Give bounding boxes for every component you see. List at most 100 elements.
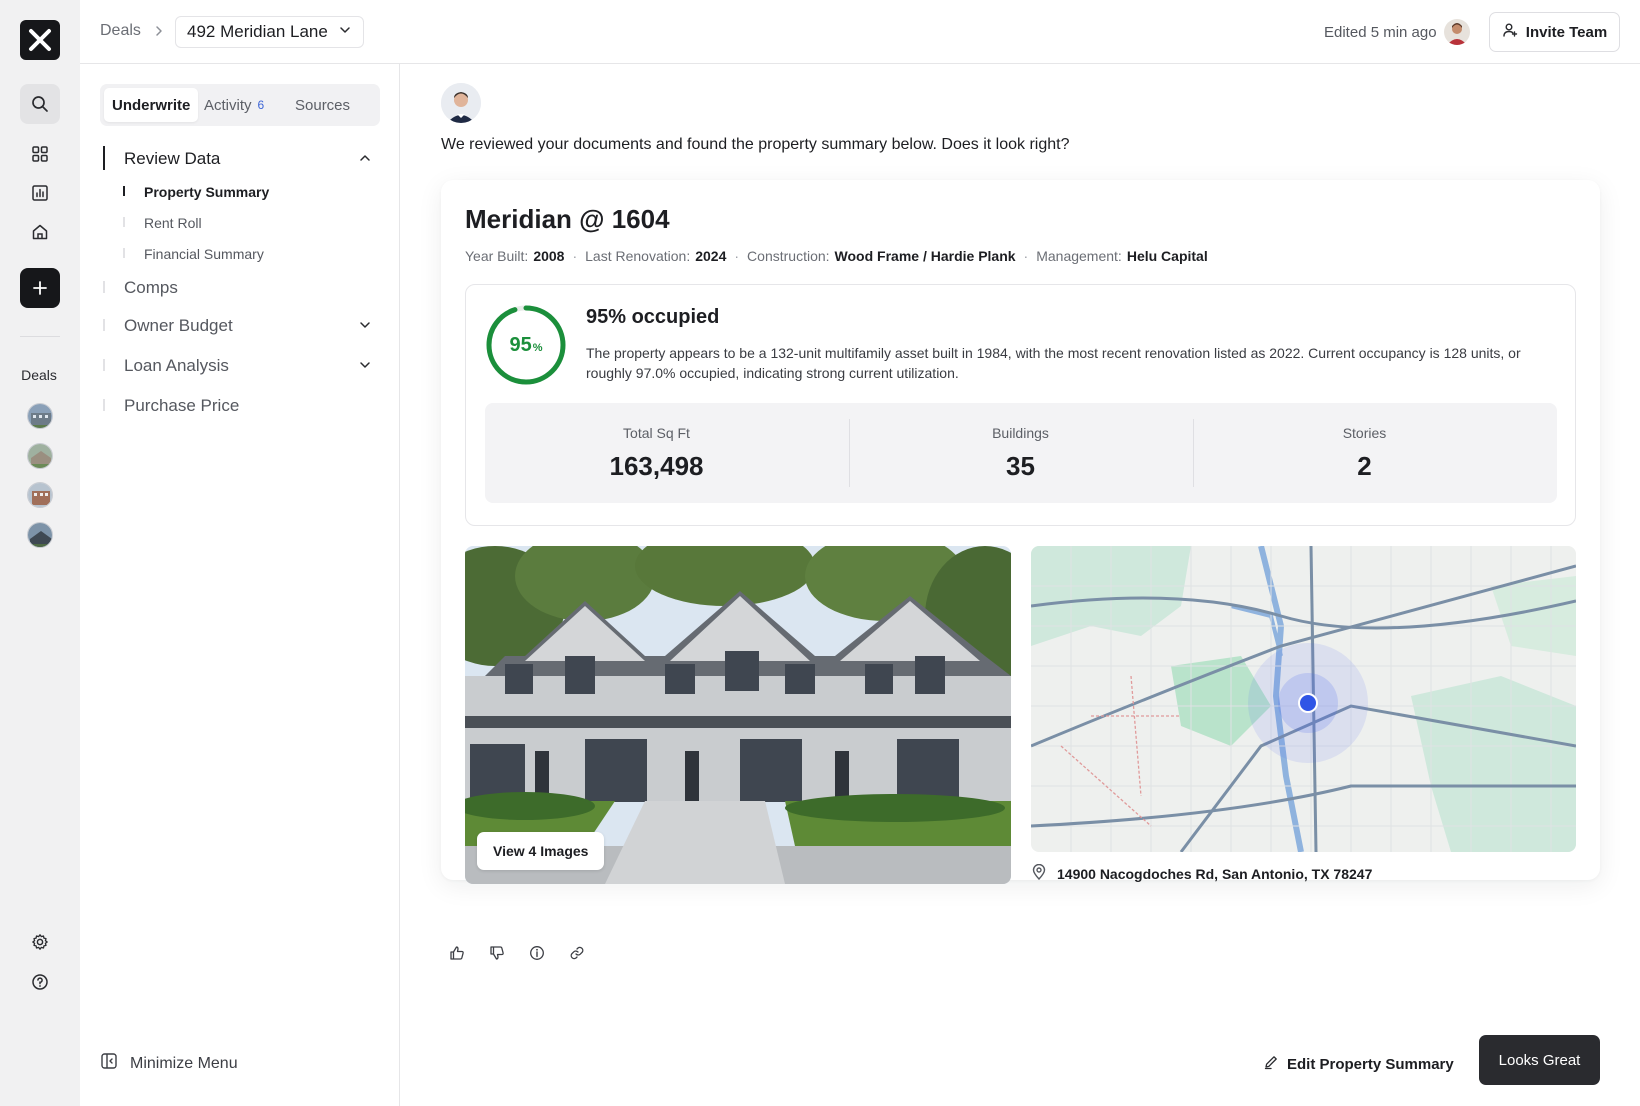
avatar[interactable] — [1444, 19, 1470, 45]
feedback-row — [449, 945, 585, 961]
intro-message: We reviewed your documents and found the… — [441, 136, 1070, 153]
rail-deals-label: Deals — [21, 367, 57, 383]
minimize-menu-button[interactable]: Minimize Menu — [100, 1052, 238, 1075]
property-summary-card: Meridian @ 1604 Year Built: 2008 · Last Ren… — [441, 180, 1600, 884]
property-meta: Year Built: 2008 · Last Renovation: 2024 · Con… — [465, 248, 1208, 264]
home-icon[interactable] — [20, 212, 60, 252]
deal-thumbnail[interactable] — [27, 403, 53, 429]
property-address: 14900 Nacogdoches Rd, San Antonio, TX 78… — [1031, 863, 1373, 883]
nav-review-data[interactable]: Review Data — [124, 149, 220, 169]
meta-separator: · — [734, 248, 740, 264]
nav-sub-indicator — [123, 217, 125, 227]
tab-underwrite-label: Underwrite — [112, 96, 191, 114]
view-images-button[interactable]: View 4 Images — [477, 832, 605, 870]
location-pin-icon — [1031, 863, 1047, 883]
plus-icon[interactable] — [20, 268, 60, 308]
minimize-menu-label: Minimize Menu — [130, 1054, 238, 1072]
deal-selector[interactable]: 492 Meridian Lane — [175, 16, 364, 48]
nav-rent-roll[interactable]: Rent Roll — [144, 215, 202, 231]
meta-separator: · — [1023, 248, 1029, 264]
renovation-value: 2024 — [695, 248, 727, 264]
tab-bar: Underwrite Activity 6 Sources — [100, 84, 380, 126]
stat-total-sq-ft: Total Sq Ft 163,498 — [485, 403, 828, 503]
top-bar: Deals 492 Meridian Lane Edited 5 min ago… — [80, 0, 1640, 64]
help-icon[interactable] — [20, 962, 60, 1002]
year-built-label: Year Built: — [465, 248, 529, 264]
stat-value: 35 — [1006, 451, 1035, 481]
avatar — [441, 83, 481, 123]
deal-selector-value: 492 Meridian Lane — [187, 22, 328, 41]
meta-separator: · — [572, 248, 578, 264]
x-logo-icon[interactable] — [20, 20, 60, 60]
breadcrumb-deals[interactable]: Deals — [100, 22, 141, 40]
occupancy-title: 95% occupied — [586, 306, 720, 328]
user-plus-icon — [1502, 22, 1518, 42]
nav-indicator — [103, 319, 105, 331]
tab-activity[interactable]: Activity 6 — [204, 88, 264, 122]
pencil-icon — [1263, 1054, 1279, 1074]
stat-label: Buildings — [992, 425, 1049, 441]
looks-great-button[interactable]: Looks Great — [1479, 1035, 1600, 1085]
chevron-up-icon[interactable] — [358, 151, 372, 170]
location-map[interactable] — [1031, 546, 1576, 852]
nav-purchase-price[interactable]: Purchase Price — [124, 396, 239, 416]
icon-rail: Deals — [0, 0, 80, 1106]
chart-icon[interactable] — [20, 173, 60, 213]
nav-comps[interactable]: Comps — [124, 278, 178, 298]
edited-status: Edited 5 min ago — [1324, 24, 1437, 41]
occupancy-gauge-value: 95 — [509, 333, 532, 356]
nav-property-summary[interactable]: Property Summary — [144, 184, 269, 200]
deal-thumbnail[interactable] — [27, 482, 53, 508]
stat-stories: Stories 2 — [1193, 403, 1536, 503]
info-icon[interactable] — [529, 945, 545, 961]
nav-indicator — [103, 399, 105, 411]
stat-buildings: Buildings 35 — [849, 403, 1192, 503]
deal-thumbnail[interactable] — [27, 522, 53, 548]
occupancy-box: 95% 95% occupied The property appears to… — [465, 284, 1576, 526]
settings-icon[interactable] — [20, 922, 60, 962]
chevron-down-icon — [338, 22, 352, 42]
nav-owner-budget[interactable]: Owner Budget — [124, 316, 233, 336]
link-icon[interactable] — [569, 945, 585, 961]
rail-divider — [20, 336, 60, 337]
edit-property-summary-button[interactable]: Edit Property Summary — [1263, 1054, 1454, 1074]
search-icon[interactable] — [20, 84, 60, 124]
thumbs-up-icon[interactable] — [449, 945, 465, 961]
nav-sub-indicator — [123, 248, 125, 258]
management-label: Management: — [1036, 248, 1122, 264]
chevron-right-icon — [152, 24, 166, 43]
management-value: Helu Capital — [1126, 248, 1208, 264]
sidebar-collapse-icon — [100, 1052, 118, 1075]
construction-value: Wood Frame / Hardie Plank — [834, 248, 1016, 264]
occupancy-gauge-unit: % — [532, 342, 543, 354]
edit-property-summary-label: Edit Property Summary — [1287, 1055, 1454, 1073]
tab-activity-label: Activity — [204, 96, 252, 114]
invite-team-button[interactable]: Invite Team — [1489, 12, 1620, 52]
nav-active-indicator — [103, 146, 105, 170]
activity-count-badge: 6 — [257, 98, 265, 112]
occupancy-gauge-label: 95% — [484, 303, 568, 387]
stat-label: Stories — [1342, 425, 1387, 441]
property-photo[interactable]: View 4 Images — [465, 546, 1011, 884]
chevron-down-icon[interactable] — [358, 318, 372, 337]
stat-value: 163,498 — [609, 451, 704, 481]
grid-icon[interactable] — [20, 134, 60, 174]
renovation-label: Last Renovation: — [585, 248, 691, 264]
property-name: Meridian @ 1604 — [465, 204, 670, 234]
tab-underwrite[interactable]: Underwrite — [104, 88, 199, 122]
left-panel: Underwrite Activity 6 Sources Review Dat… — [80, 64, 400, 1106]
nav-indicator — [103, 359, 105, 371]
deal-thumbnail[interactable] — [27, 443, 53, 469]
address-text: 14900 Nacogdoches Rd, San Antonio, TX 78… — [1057, 865, 1373, 882]
nav-indicator — [103, 281, 105, 293]
tab-sources-label: Sources — [295, 96, 351, 114]
main-content: We reviewed your documents and found the… — [401, 64, 1640, 1106]
tab-sources[interactable]: Sources — [295, 88, 350, 122]
construction-label: Construction: — [747, 248, 830, 264]
chevron-down-icon[interactable] — [358, 358, 372, 377]
thumbs-down-icon[interactable] — [489, 945, 505, 961]
nav-loan-analysis[interactable]: Loan Analysis — [124, 356, 229, 376]
year-built-value: 2008 — [533, 248, 565, 264]
nav-financial-summary[interactable]: Financial Summary — [144, 246, 264, 262]
occupancy-description: The property appears to be a 132-unit mu… — [586, 345, 1521, 381]
